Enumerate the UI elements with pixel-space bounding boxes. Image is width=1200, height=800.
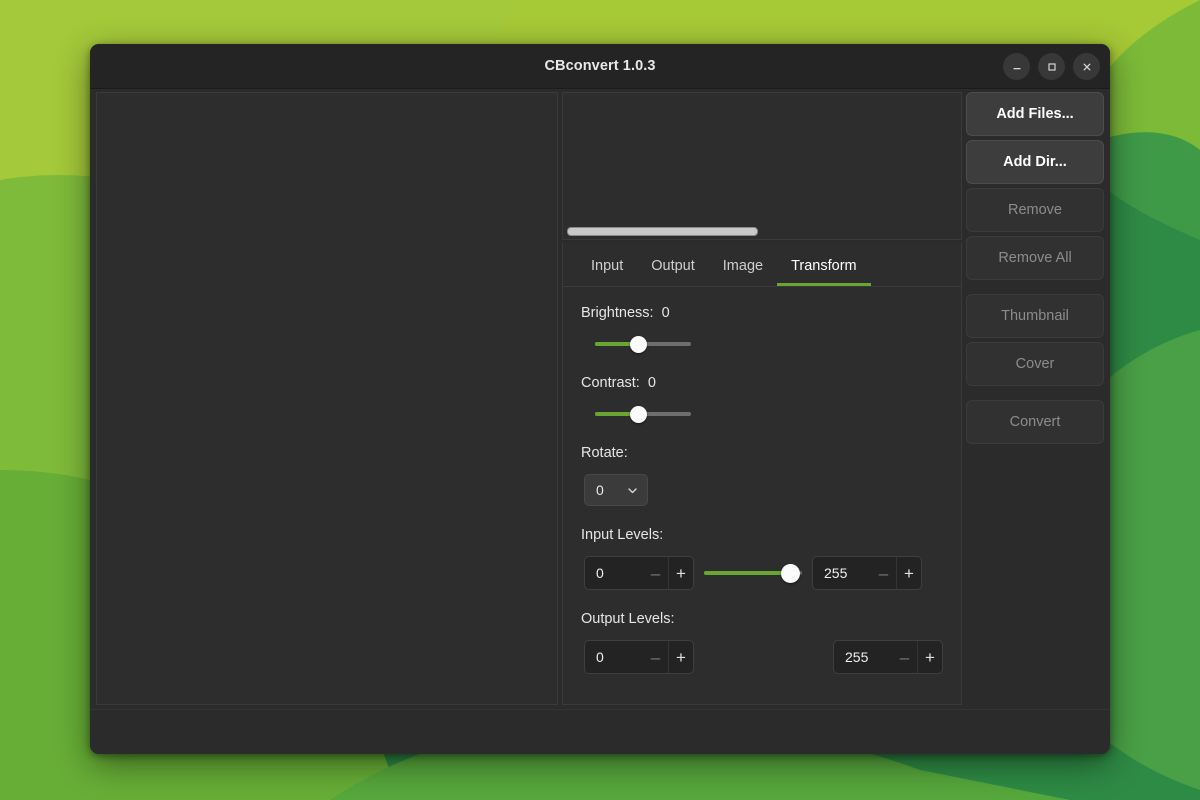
input-levels-row: 0 – + 255 (584, 556, 943, 590)
tab-transform[interactable]: Transform (777, 258, 871, 286)
input-levels-max-decrement[interactable]: – (871, 557, 896, 589)
output-levels-min-spinbox[interactable]: 0 – + (584, 640, 694, 674)
tab-input[interactable]: Input (577, 258, 637, 286)
brightness-group: Brightness: 0 (581, 305, 943, 354)
input-levels-max-increment[interactable]: + (896, 557, 921, 589)
output-levels-min-value[interactable]: 0 (585, 649, 643, 665)
close-icon (1081, 61, 1093, 73)
rotate-group: Rotate: 0 (581, 445, 943, 506)
tab-image[interactable]: Image (709, 258, 777, 286)
action-bar-divider-2 (966, 390, 1104, 400)
brightness-slider[interactable] (595, 334, 691, 354)
thumbnail-button[interactable]: Thumbnail (966, 294, 1104, 338)
input-levels-min-decrement[interactable]: – (643, 557, 668, 589)
output-levels-max-decrement[interactable]: – (892, 641, 917, 673)
output-levels-row: 0 – + 255 – + (584, 640, 943, 674)
minimize-icon (1011, 61, 1023, 73)
desktop: CBconvert 1.0.3 (0, 0, 1200, 800)
contrast-group: Contrast: 0 (581, 375, 943, 424)
output-levels-label: Output Levels: (581, 611, 943, 627)
tabbar: Input Output Image Transform (563, 243, 961, 287)
remove-all-button[interactable]: Remove All (966, 236, 1104, 280)
contrast-slider[interactable] (595, 404, 691, 424)
input-levels-min-increment[interactable]: + (668, 557, 693, 589)
maximize-button[interactable] (1038, 53, 1065, 80)
preview-scrollbar-track[interactable] (567, 227, 957, 236)
preview-scrollbar-thumb[interactable] (567, 227, 758, 236)
center-column: Input Output Image Transform Brightness:… (562, 92, 962, 705)
window-title: CBconvert 1.0.3 (544, 58, 655, 74)
add-files-button[interactable]: Add Files... (966, 92, 1104, 136)
rotate-dropdown[interactable]: 0 (584, 474, 648, 506)
input-levels-slider[interactable] (704, 563, 802, 583)
input-levels-min-spinbox[interactable]: 0 – + (584, 556, 694, 590)
window-controls (1003, 44, 1100, 89)
minimize-button[interactable] (1003, 53, 1030, 80)
application-window: CBconvert 1.0.3 (90, 44, 1110, 754)
input-levels-slider-fill (704, 571, 789, 575)
input-levels-max-spinbox[interactable]: 255 – + (812, 556, 922, 590)
cover-button[interactable]: Cover (966, 342, 1104, 386)
action-bar: Add Files... Add Dir... Remove Remove Al… (966, 92, 1106, 705)
window-body: Input Output Image Transform Brightness:… (90, 89, 1110, 709)
rotate-label: Rotate: (581, 445, 943, 461)
output-levels-min-decrement[interactable]: – (643, 641, 668, 673)
remove-button[interactable]: Remove (966, 188, 1104, 232)
options-panel: Input Output Image Transform Brightness:… (562, 243, 962, 705)
contrast-label: Contrast: 0 (581, 375, 943, 391)
close-button[interactable] (1073, 53, 1100, 80)
contrast-label-text: Contrast: (581, 375, 640, 391)
brightness-label: Brightness: 0 (581, 305, 943, 321)
action-bar-divider-1 (966, 284, 1104, 294)
input-levels-min-value[interactable]: 0 (585, 565, 643, 581)
input-levels-group: Input Levels: 0 – + (581, 527, 943, 590)
output-levels-max-value[interactable]: 255 (834, 649, 892, 665)
output-levels-max-increment[interactable]: + (917, 641, 942, 673)
input-levels-slider-handle[interactable] (781, 564, 800, 583)
transform-tab-panel: Brightness: 0 Contrast: (563, 287, 961, 704)
input-levels-max-value[interactable]: 255 (813, 565, 871, 581)
chevron-down-icon (626, 484, 639, 497)
contrast-slider-handle[interactable] (630, 406, 647, 423)
contrast-value: 0 (648, 375, 656, 391)
brightness-value: 0 (662, 305, 670, 321)
maximize-icon (1046, 61, 1058, 73)
status-bar (90, 709, 1110, 754)
brightness-label-text: Brightness: (581, 305, 654, 321)
output-levels-max-spinbox[interactable]: 255 – + (833, 640, 943, 674)
output-levels-group: Output Levels: 0 – + 255 – (581, 611, 943, 674)
preview-panel[interactable] (562, 92, 962, 240)
brightness-slider-handle[interactable] (630, 336, 647, 353)
rotate-value: 0 (596, 482, 604, 498)
convert-button[interactable]: Convert (966, 400, 1104, 444)
titlebar: CBconvert 1.0.3 (90, 44, 1110, 89)
add-dir-button[interactable]: Add Dir... (966, 140, 1104, 184)
tab-output[interactable]: Output (637, 258, 709, 286)
file-list-panel[interactable] (96, 92, 558, 705)
input-levels-label: Input Levels: (581, 527, 943, 543)
output-levels-min-increment[interactable]: + (668, 641, 693, 673)
